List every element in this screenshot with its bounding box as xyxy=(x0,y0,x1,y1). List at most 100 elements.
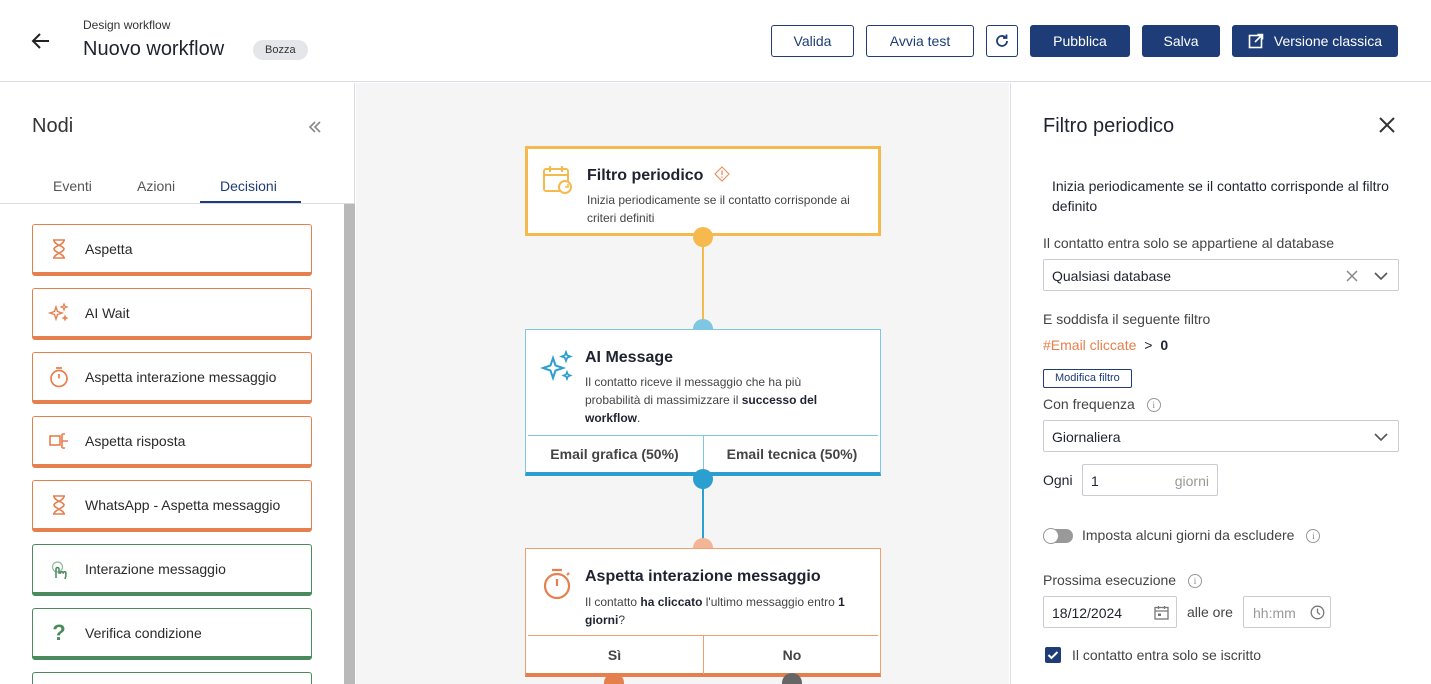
filter-field: #Email cliccate xyxy=(1043,337,1137,353)
hourglass-icon xyxy=(33,227,85,271)
frequency-select[interactable]: Giornaliera xyxy=(1043,420,1399,452)
desc-part: Il contatto xyxy=(585,595,641,609)
exclude-days-toggle[interactable] xyxy=(1043,528,1073,544)
chevron-down-icon xyxy=(1374,433,1388,442)
page-title: Nuovo workflow xyxy=(83,38,225,60)
toggle-knob xyxy=(1043,528,1059,544)
every-label: Ogni xyxy=(1043,472,1073,488)
filter-operator: > xyxy=(1144,337,1153,353)
hourglass-icon xyxy=(33,483,85,527)
node-item-verifica-condizione[interactable]: ? Verifica condizione xyxy=(32,608,312,660)
calendar-icon[interactable] xyxy=(1154,605,1169,620)
node-title: Filtro periodico xyxy=(587,166,730,185)
workflow-canvas[interactable]: Filtro periodico Inizia periodicamente s… xyxy=(356,83,1009,684)
database-label: Il contatto entra solo se appartiene al … xyxy=(1043,235,1335,251)
next-run-label: Prossima esecuzione i xyxy=(1043,572,1202,589)
node-item-label: WhatsApp - Aspetta messaggio xyxy=(85,496,281,513)
save-button[interactable]: Salva xyxy=(1142,25,1220,57)
calendar-refresh-icon xyxy=(542,164,574,201)
tab-decisioni[interactable]: Decisioni xyxy=(220,178,277,194)
desc-part: l'ultimo messaggio entro xyxy=(702,595,839,609)
every-value: 1 xyxy=(1091,473,1099,489)
collapse-panel-icon[interactable] xyxy=(305,117,325,137)
branch-email-tecnica[interactable]: Email tecnica (50%) xyxy=(704,436,880,472)
node-item-whatsapp-aspetta[interactable]: WhatsApp - Aspetta messaggio xyxy=(32,480,312,532)
refresh-button[interactable] xyxy=(986,25,1018,57)
exclude-days-label: Imposta alcuni giorni da escludere i xyxy=(1082,527,1321,544)
check-icon xyxy=(1047,651,1059,660)
touch-icon xyxy=(33,547,85,591)
time-input[interactable]: hh:mm xyxy=(1243,596,1331,628)
top-header: Design workflow Nuovo workflow Bozza Val… xyxy=(0,0,1431,82)
date-input[interactable]: 18/12/2024 xyxy=(1043,596,1177,628)
node-item-label: Aspetta xyxy=(85,240,133,257)
properties-panel: Filtro periodico Inizia periodicamente s… xyxy=(1010,83,1431,684)
node-title-text: Filtro periodico xyxy=(587,167,704,184)
next-run-text: Prossima esecuzione xyxy=(1043,572,1177,588)
classic-version-button[interactable]: Versione classica xyxy=(1232,25,1398,57)
node-ai-message[interactable]: AI Message Il contatto riceve il messagg… xyxy=(525,329,881,476)
publish-button[interactable]: Pubblica xyxy=(1030,25,1130,57)
node-title: Aspetta interazione messaggio xyxy=(585,568,821,585)
properties-description: Inizia periodicamente se il contatto cor… xyxy=(1052,178,1389,214)
time-placeholder: hh:mm xyxy=(1253,605,1296,621)
clear-icon[interactable] xyxy=(1346,270,1358,282)
connector-line xyxy=(702,236,704,326)
node-item-label: Verifica condizione xyxy=(85,624,202,641)
database-value: Qualsiasi database xyxy=(1052,268,1172,284)
chevron-down-icon xyxy=(1374,272,1388,281)
node-item-ai-wait[interactable]: AI Wait xyxy=(32,288,312,340)
node-item-label: Aspetta interazione messaggio xyxy=(85,368,277,385)
frequency-label-text: Con frequenza xyxy=(1043,396,1135,412)
branch-si[interactable]: Sì xyxy=(526,636,703,674)
info-icon[interactable]: i xyxy=(1187,574,1202,589)
status-badge: Bozza xyxy=(253,40,308,60)
subscribed-checkbox[interactable] xyxy=(1045,647,1061,663)
edit-filter-button[interactable]: Modifica filtro xyxy=(1043,369,1132,388)
breadcrumb: Design workflow xyxy=(83,18,171,32)
info-icon[interactable]: i xyxy=(1146,398,1161,413)
filter-expression: #Email cliccate > 0 xyxy=(1043,337,1168,353)
info-icon[interactable]: i xyxy=(1306,529,1321,544)
every-input[interactable]: 1 giorni xyxy=(1082,464,1218,496)
subscribed-label: Il contatto entra solo se iscritto xyxy=(1072,647,1262,663)
tabs-divider xyxy=(0,203,355,204)
filter-value: 0 xyxy=(1160,337,1169,353)
tab-azioni[interactable]: Azioni xyxy=(137,178,175,194)
scrollbar[interactable] xyxy=(344,204,355,684)
node-output-port[interactable] xyxy=(693,469,713,489)
node-aspetta-interazione[interactable]: Aspetta interazione messaggio Il contatt… xyxy=(525,548,881,677)
node-filtro-periodico[interactable]: Filtro periodico Inizia periodicamente s… xyxy=(525,146,881,236)
node-item-partial xyxy=(32,672,312,684)
node-title: AI Message xyxy=(585,349,674,366)
node-item-label: Aspetta risposta xyxy=(85,432,186,449)
date-value: 18/12/2024 xyxy=(1052,605,1123,621)
sparkles-icon xyxy=(539,349,574,389)
nodes-panel-title: Nodi xyxy=(32,115,74,137)
filter-label: E soddisfa il seguente filtro xyxy=(1043,311,1211,327)
back-arrow-icon[interactable] xyxy=(28,28,54,54)
branch-no[interactable]: No xyxy=(704,636,880,674)
clock-icon[interactable] xyxy=(1310,605,1325,620)
node-item-aspetta[interactable]: Aspetta xyxy=(32,224,312,276)
node-output-port[interactable] xyxy=(693,227,713,247)
validate-button[interactable]: Valida xyxy=(771,25,854,57)
frequency-label: Con frequenza i xyxy=(1043,396,1161,413)
node-description: Inizia periodicamente se il contatto cor… xyxy=(587,193,850,225)
classic-version-label: Versione classica xyxy=(1273,33,1383,49)
tab-eventi[interactable]: Eventi xyxy=(53,178,92,194)
reply-wait-icon xyxy=(33,419,85,463)
question-icon: ? xyxy=(52,619,66,645)
start-test-button[interactable]: Avvia test xyxy=(866,25,974,57)
database-select[interactable]: Qualsiasi database xyxy=(1043,259,1399,291)
branch-email-grafica[interactable]: Email grafica (50%) xyxy=(526,436,703,472)
node-item-aspetta-risposta[interactable]: Aspetta risposta xyxy=(32,416,312,468)
external-link-icon xyxy=(1248,33,1264,49)
every-unit: giorni xyxy=(1174,473,1209,489)
close-icon[interactable] xyxy=(1375,113,1399,137)
nodes-panel: Nodi Eventi Azioni Decisioni Aspetta AI … xyxy=(0,83,355,684)
node-item-interazione-messaggio[interactable]: Interazione messaggio xyxy=(32,544,312,596)
frequency-value: Giornaliera xyxy=(1052,429,1121,445)
node-description: Il contatto riceve il messaggio che ha p… xyxy=(585,373,855,427)
node-item-aspetta-interazione[interactable]: Aspetta interazione messaggio xyxy=(32,352,312,404)
